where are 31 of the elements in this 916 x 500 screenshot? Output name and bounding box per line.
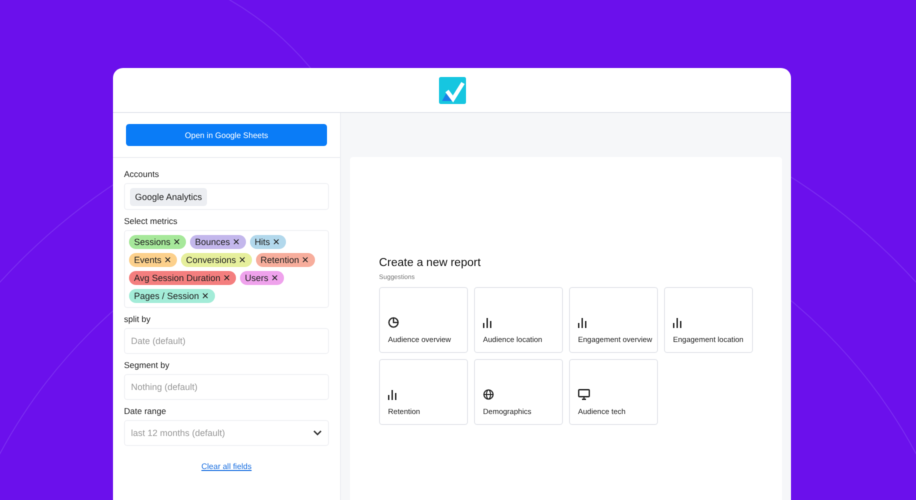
open-sheets-button[interactable]: Open in Google Sheets <box>126 124 327 146</box>
metric-tag[interactable]: Users ✕ <box>240 271 284 285</box>
input-field[interactable]: Date (default) <box>124 328 329 354</box>
bar-chart-icon <box>388 390 397 400</box>
bar-chart-icon <box>483 318 492 328</box>
metric-tag[interactable]: Retention ✕ <box>256 253 315 267</box>
metric-tag[interactable]: Pages / Session ✕ <box>129 289 215 303</box>
metric-tag[interactable]: Bounces ✕ <box>190 235 246 249</box>
input-field[interactable]: Nothing (default) <box>124 374 329 400</box>
bar-chart-icon <box>673 318 682 328</box>
chevron-down-icon <box>313 430 322 436</box>
field-label: split by <box>124 314 152 324</box>
metric-tag[interactable]: Sessions ✕ <box>129 235 186 249</box>
field-label: Select metrics <box>124 216 178 226</box>
metric-tag[interactable]: Hits ✕ <box>250 235 286 249</box>
globe-icon <box>483 389 494 400</box>
metrics-field[interactable]: Sessions ✕ Bounces ✕ Hits ✕ Events ✕ Conversions ✕ Retention ✕ Avg Session Duration ✕ Users ✕ Pages / Session ✕ <box>124 230 329 308</box>
pie-chart-icon <box>388 317 399 328</box>
logo-icon <box>438 76 466 104</box>
metric-tag[interactable]: Avg Session Duration ✕ <box>129 271 236 285</box>
clear-fields-link[interactable]: Clear all fields <box>201 462 252 471</box>
metric-tag[interactable]: Conversions ✕ <box>181 253 252 267</box>
field-label: Accounts <box>124 169 160 179</box>
field-label: Segment by <box>124 360 170 370</box>
monitor-icon <box>578 389 590 400</box>
bar-chart-icon <box>578 318 587 328</box>
accounts-field[interactable]: Google Analytics <box>124 183 329 210</box>
account-tag: Google Analytics <box>130 188 208 206</box>
metric-tag[interactable]: Events ✕ <box>129 253 178 267</box>
field-label: Date range <box>124 406 168 416</box>
panel-title: Create a new report <box>379 257 482 269</box>
